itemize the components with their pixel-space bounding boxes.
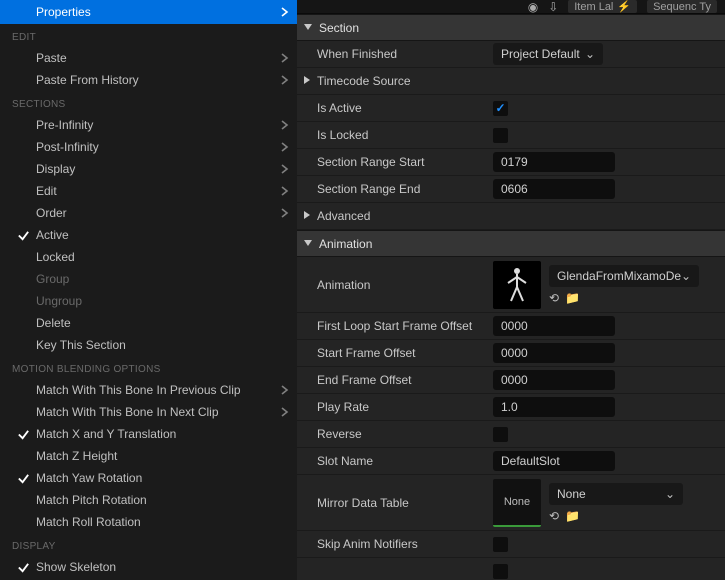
section-header-section[interactable]: Section [297,14,725,41]
menu-item-match-prev-clip[interactable]: Match With This Bone In Previous Clip [0,379,297,401]
check-icon [10,472,36,485]
field-range-end[interactable]: 0606 [493,179,615,199]
row-animation-asset: Animation GlendaFromMixamoDe ⌄ ⟲ [297,257,725,313]
menu-item-match-yaw[interactable]: Match Yaw Rotation [0,467,297,489]
lightning-icon: ⚡ [617,0,631,13]
menu-item-match-roll[interactable]: Match Roll Rotation [0,511,297,533]
chevron-right-icon [271,7,289,17]
menu-item-properties[interactable]: Properties [0,0,297,24]
use-selected-icon[interactable]: ⟲ [549,509,559,523]
menu-item-group: Group [0,268,297,290]
row-is-active: Is Active [297,95,725,122]
field-range-start[interactable]: 0179 [493,152,615,172]
menu-item-order[interactable]: Order [0,202,297,224]
field-end-offset[interactable]: 0000 [493,370,615,390]
triangle-down-icon [303,21,313,35]
chevron-down-icon: ⌄ [681,269,691,283]
context-menu-panel: Properties EDIT Paste Paste From History… [0,0,297,580]
top-chip-sequence[interactable]: Sequenc Ty [647,0,717,13]
row-skip-anim-notifiers: Skip Anim Notifiers [297,531,725,558]
checkbox-is-active[interactable] [493,101,508,116]
menu-group-header-motion: MOTION BLENDING OPTIONS [0,356,297,379]
field-slot-name[interactable]: DefaultSlot [493,451,615,471]
row-end-offset: End Frame Offset 0000 [297,367,725,394]
menu-item-show-skeleton[interactable]: Show Skeleton [0,556,297,578]
check-icon [10,428,36,441]
chevron-right-icon [271,142,289,152]
checkbox-skip-notifiers[interactable] [493,537,508,552]
top-bar: ◉ ⇩ Item Lal ⚡ Sequenc Ty [297,0,725,14]
row-mirror-data-table: Mirror Data Table None None ⌄ ⟲ 📁 [297,475,725,531]
section-header-animation[interactable]: Animation [297,230,725,257]
row-extra [297,558,725,580]
menu-item-paste[interactable]: Paste [0,47,297,69]
dropdown-animation-asset[interactable]: GlendaFromMixamoDe ⌄ [549,265,699,287]
menu-item-edit[interactable]: Edit [0,180,297,202]
chevron-right-icon [271,186,289,196]
menu-item-match-xy[interactable]: Match X and Y Translation [0,423,297,445]
menu-item-active[interactable]: Active [0,224,297,246]
menu-group-header-display: DISPLAY [0,533,297,556]
menu-item-pre-infinity[interactable]: Pre-Infinity [0,114,297,136]
menu-item-delete[interactable]: Delete [0,312,297,334]
eye-icon[interactable]: ◉ [528,0,538,14]
check-icon [10,561,36,574]
row-is-locked: Is Locked [297,122,725,149]
field-first-loop[interactable]: 0000 [493,316,615,336]
menu-group-header-sections: SECTIONS [0,91,297,114]
row-slot-name: Slot Name DefaultSlot [297,448,725,475]
chevron-right-icon [271,385,289,395]
menu-item-match-z[interactable]: Match Z Height [0,445,297,467]
chevron-down-icon: ⌄ [665,487,675,501]
field-start-offset[interactable]: 0000 [493,343,615,363]
triangle-down-icon [303,237,313,251]
field-play-rate[interactable]: 1.0 [493,397,615,417]
row-range-end: Section Range End 0606 [297,176,725,203]
chevron-right-icon [271,407,289,417]
check-icon [10,229,36,242]
row-start-offset: Start Frame Offset 0000 [297,340,725,367]
chevron-right-icon [271,208,289,218]
animation-thumbnail[interactable] [493,261,541,309]
chevron-right-icon [271,120,289,130]
row-first-loop-offset: First Loop Start Frame Offset 0000 [297,313,725,340]
menu-group-header-edit: EDIT [0,24,297,47]
menu-label: Properties [36,5,271,19]
row-advanced[interactable]: Advanced [297,203,725,230]
details-panel: ◉ ⇩ Item Lal ⚡ Sequenc Ty Section When F… [297,0,725,580]
menu-item-post-infinity[interactable]: Post-Infinity [0,136,297,158]
menu-item-match-next-clip[interactable]: Match With This Bone In Next Clip [0,401,297,423]
dropdown-mirror-table[interactable]: None ⌄ [549,483,683,505]
checkbox-extra[interactable] [493,564,508,579]
menu-item-paste-history[interactable]: Paste From History [0,69,297,91]
triangle-right-icon [303,74,311,88]
top-chip-item[interactable]: Item Lal ⚡ [568,0,637,13]
browse-icon[interactable]: 📁 [565,509,580,523]
browse-icon[interactable]: 📁 [565,291,580,305]
chevron-right-icon [271,75,289,85]
menu-item-ungroup: Ungroup [0,290,297,312]
menu-item-match-pitch[interactable]: Match Pitch Rotation [0,489,297,511]
chevron-right-icon [271,164,289,174]
checkbox-is-locked[interactable] [493,128,508,143]
row-when-finished: When Finished Project Default ⌄ [297,41,725,68]
triangle-right-icon [303,209,311,223]
row-reverse: Reverse [297,421,725,448]
chevron-right-icon [271,53,289,63]
mirror-thumbnail[interactable]: None [493,479,541,527]
dropdown-when-finished[interactable]: Project Default ⌄ [493,43,603,65]
row-timecode-source[interactable]: Timecode Source [297,68,725,95]
menu-item-key-this-section[interactable]: Key This Section [0,334,297,356]
row-play-rate: Play Rate 1.0 [297,394,725,421]
chevron-down-icon: ⌄ [585,47,595,61]
use-selected-icon[interactable]: ⟲ [549,291,559,305]
checkbox-reverse[interactable] [493,427,508,442]
menu-item-locked[interactable]: Locked [0,246,297,268]
menu-item-display[interactable]: Display [0,158,297,180]
pin-icon[interactable]: ⇩ [548,0,558,14]
row-range-start: Section Range Start 0179 [297,149,725,176]
